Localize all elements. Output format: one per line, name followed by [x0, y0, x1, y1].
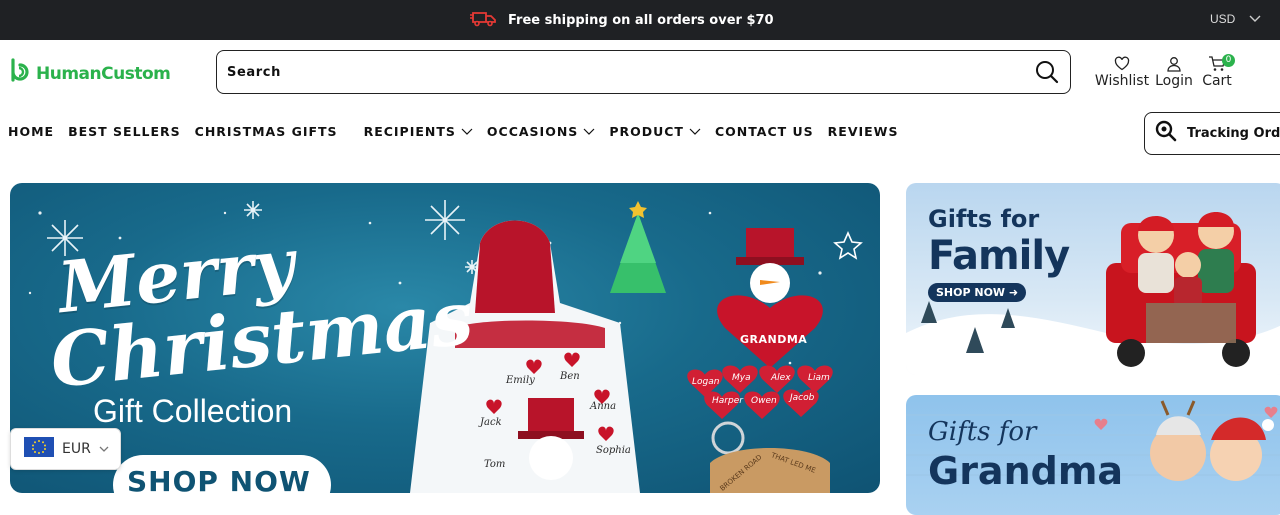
nav-label: CHRISTMAS GIFTS — [194, 124, 338, 139]
hoodie-name: Emily — [506, 375, 535, 386]
grandma-banner-line2: Grandma — [928, 449, 1124, 493]
nav-item-best-sellers[interactable]: BEST SELLERS — [68, 124, 181, 139]
logo-icon — [8, 58, 32, 89]
family-shop-now-label: SHOP NOW — [936, 286, 1006, 299]
hero-subtitle: Gift Collection — [93, 393, 293, 429]
nav-item-recipients[interactable]: RECIPIENTS — [364, 124, 473, 139]
nav-label: CONTACT US — [714, 124, 814, 139]
wishlist-button[interactable]: Wishlist — [1094, 56, 1150, 89]
hero-banner[interactable]: Merry Christmas Gift Collection SHOP NOW… — [10, 183, 880, 493]
user-icon — [1154, 56, 1194, 73]
ornament-name: Jacob — [790, 393, 815, 403]
shipping-truck-icon — [470, 9, 498, 32]
hoodie-name: Anna — [590, 401, 617, 412]
chevron-down-icon — [99, 440, 109, 458]
nav-item-contact-us[interactable]: CONTACT US — [715, 124, 814, 139]
eu-flag-icon — [24, 436, 54, 462]
hoodie-name: Tom — [484, 459, 506, 470]
cart-button[interactable]: 0 Cart — [1200, 54, 1235, 89]
chevron-down-icon — [461, 124, 473, 139]
nav-label: REVIEWS — [827, 124, 899, 139]
currency-code: USD — [1210, 12, 1236, 26]
nav-item-occasions[interactable]: OCCASIONS — [487, 124, 595, 139]
currency-code: EUR — [62, 441, 91, 457]
ornament-name: Mya — [732, 373, 751, 383]
main-nav: HOME BEST SELLERS CHRISTMAS GIFTS RECIPI… — [8, 124, 912, 139]
family-banner-line2: Family — [928, 233, 1070, 279]
free-shipping-text: Free shipping on all orders over $70 — [508, 13, 774, 28]
search-bar — [216, 50, 1071, 94]
grandma-banner-line1: Gifts for — [928, 417, 1037, 447]
login-button[interactable]: Login — [1154, 56, 1194, 89]
heart-icon — [1094, 56, 1150, 73]
nav-item-christmas-gifts[interactable]: CHRISTMAS GIFTS — [195, 124, 338, 139]
wishlist-label: Wishlist — [1094, 73, 1150, 89]
tracking-order-button[interactable]: Tracking Order — [1144, 112, 1280, 155]
nav-item-product[interactable]: PRODUCT — [609, 124, 701, 139]
free-shipping-notice: Free shipping on all orders over $70 — [470, 9, 774, 32]
hoodie-name: Jack — [480, 417, 502, 428]
chevron-down-icon — [1249, 12, 1261, 26]
nav-label: BEST SELLERS — [68, 124, 181, 139]
gifts-for-grandma-banner[interactable]: Gifts for Grandma — [906, 395, 1280, 515]
currency-selector-top[interactable]: USD — [1210, 12, 1261, 26]
tracking-order-label: Tracking Order — [1187, 126, 1280, 141]
chevron-down-icon — [689, 124, 701, 139]
ornament-name: Alex — [771, 373, 791, 383]
hoodie-name: Ben — [560, 371, 580, 382]
family-shop-now-button[interactable]: SHOP NOW ➜ — [928, 283, 1027, 302]
nav-label: PRODUCT — [609, 124, 684, 139]
chevron-down-icon — [583, 124, 595, 139]
nav-item-reviews[interactable]: REVIEWS — [828, 124, 899, 139]
gifts-for-family-banner[interactable]: Gifts for Family SHOP NOW ➜ — [906, 183, 1280, 375]
ornament-name: Owen — [751, 396, 777, 406]
login-label: Login — [1155, 73, 1193, 89]
hoodie-name: Sophia — [596, 445, 631, 456]
ornament-name: Harper — [712, 396, 743, 406]
nav-label: HOME — [8, 124, 55, 139]
nav-label: OCCASIONS — [486, 124, 579, 139]
ornament-title: GRANDMA — [740, 333, 808, 346]
brand-name: HumanCustom — [36, 63, 171, 84]
nav-item-home[interactable]: HOME — [8, 124, 54, 139]
family-banner-line1: Gifts for — [928, 205, 1040, 233]
ornament-name: Liam — [808, 373, 830, 383]
arrow-right-icon: ➜ — [1008, 286, 1019, 299]
search-icon[interactable] — [1034, 59, 1060, 85]
tracking-search-icon — [1155, 120, 1177, 147]
search-input[interactable] — [227, 61, 1007, 83]
announcement-bar: Free shipping on all orders over $70 USD — [0, 0, 1280, 40]
nav-label: RECIPIENTS — [363, 124, 456, 139]
cart-count-badge: 0 — [1222, 54, 1235, 67]
brand-logo[interactable]: HumanCustom — [8, 58, 171, 89]
hero-shop-now-button[interactable]: SHOP NOW — [113, 455, 331, 493]
currency-switcher[interactable]: EUR — [10, 428, 121, 470]
cart-label: Cart — [1202, 73, 1232, 89]
ornament-name: Logan — [692, 377, 720, 387]
